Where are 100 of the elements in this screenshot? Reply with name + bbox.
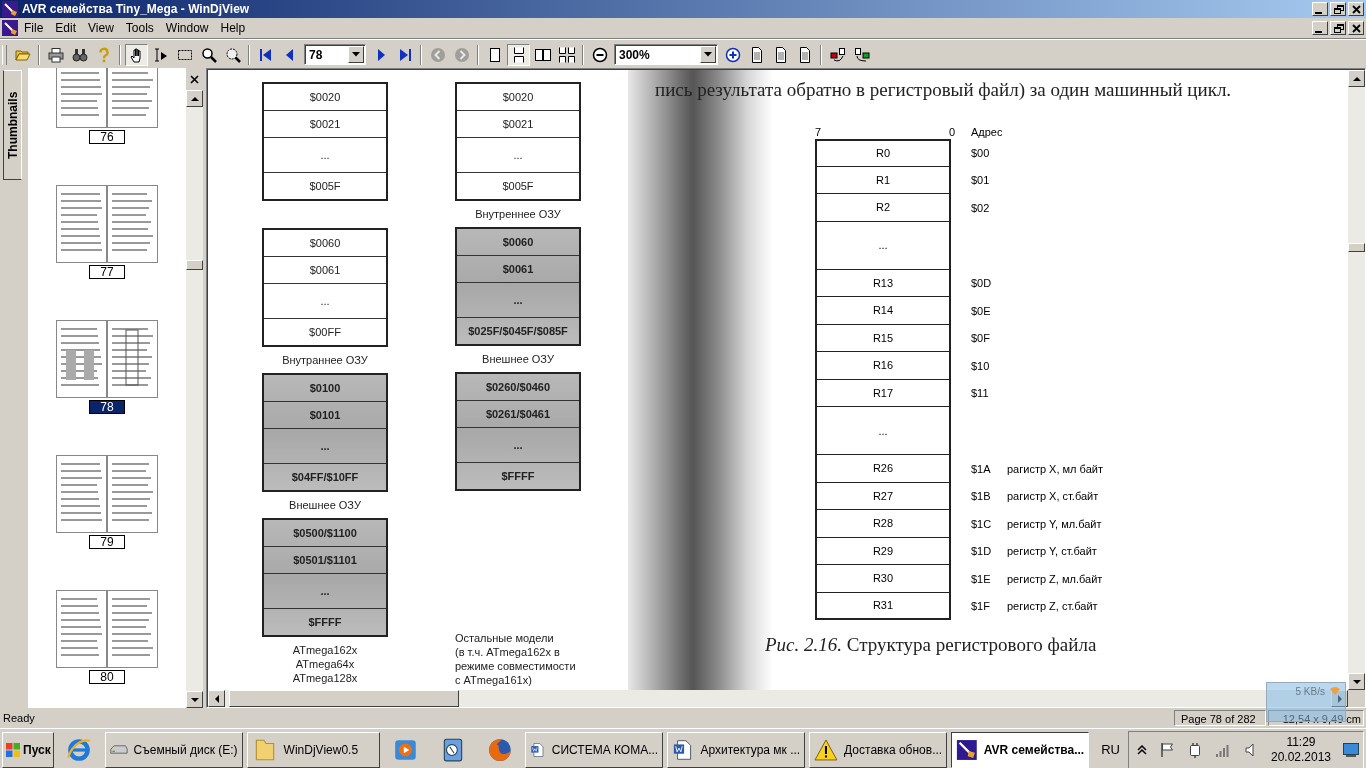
taskbar-button[interactable]: СИСТЕМА КОМА... (525, 731, 664, 768)
register-cell: R2 (815, 194, 951, 222)
flag-icon (1158, 741, 1175, 758)
scrollbar-thumb[interactable] (229, 690, 459, 707)
vertical-scrollbar[interactable] (1348, 70, 1365, 690)
register-note: рагистр X, ст.байт (1007, 490, 1099, 503)
memory-cell: $0021 (457, 110, 579, 137)
address-label: $0D (971, 277, 993, 290)
memory-cell-text: $0020 (501, 90, 535, 105)
taskbar-button[interactable]: Архитектура мк ... (667, 731, 806, 768)
first-page-icon (257, 46, 274, 63)
menu-item[interactable]: Edit (49, 19, 83, 37)
register-cell: R26 (815, 455, 951, 483)
printer-icon (47, 46, 64, 63)
minimize-button[interactable] (1312, 2, 1328, 16)
start-button[interactable]: Пуск (2, 731, 54, 768)
restore-button[interactable] (1330, 2, 1346, 16)
register-note: регистр Y, мл.байт (1007, 517, 1102, 530)
minimize-button[interactable] (1312, 21, 1328, 35)
page-number-label[interactable]: 79 (89, 535, 125, 549)
memory-cell: ... (264, 573, 386, 608)
figure-caption: Рис. 2.16. Структура регистрового файла (765, 634, 1098, 656)
diagram-caption: Внутреннее ОЗУ (475, 207, 561, 221)
address-label: $1A (971, 462, 992, 475)
close-icon (1350, 22, 1362, 34)
language-indicator[interactable]: RU (1097, 742, 1124, 757)
register-note: рагистр X, мл байт (1007, 462, 1103, 475)
memory-cell: ... (264, 428, 386, 463)
page-indicator: Page 78 of 282 (1174, 710, 1266, 726)
page-number-label[interactable]: 80 (89, 670, 125, 684)
address-label: $10 (971, 359, 991, 372)
minimize-icon (1315, 11, 1322, 14)
document-icon (2, 20, 18, 36)
scroll-arrow-icon (190, 94, 199, 103)
register-cell: R29 (815, 537, 951, 565)
address-label: $1C (971, 517, 993, 530)
memory-cell-text: $0060 (308, 236, 342, 251)
close-icon (190, 74, 199, 84)
taskbar-button[interactable]: AVR семейства... (951, 731, 1090, 768)
memory-cell: $005F (264, 172, 386, 199)
magnifier-icon (200, 46, 217, 63)
address-label: $00 (971, 146, 991, 159)
address-label: $1B (971, 490, 992, 503)
zoom-field[interactable]: 300% (614, 44, 718, 65)
minimize-icon (1315, 30, 1322, 33)
scrollbar-thumb[interactable] (1348, 243, 1365, 252)
diagram-caption: Внешнее ОЗУ (289, 498, 361, 512)
register-cell: R1 (815, 166, 951, 194)
dropdown-arrow-icon (352, 52, 360, 57)
taskbar-button[interactable]: Доставка обнов... (809, 731, 948, 768)
memory-cell-text: $0100 (308, 381, 342, 396)
restore-icon (1332, 22, 1344, 34)
memory-cell: $0061 (457, 255, 579, 282)
rotate-icon (829, 46, 846, 63)
memory-cell: $FFFF (457, 462, 579, 489)
text-cursor-icon (152, 46, 169, 63)
thumbnails-tab[interactable]: Thumbnails (3, 70, 22, 180)
restore-button[interactable] (1330, 21, 1346, 35)
menu-item[interactable]: View (82, 19, 120, 37)
facing-pages-icon (534, 46, 551, 63)
memory-cell: $0101 (264, 401, 386, 428)
taskbar-button[interactable]: WinDjView0.5 (246, 731, 381, 768)
menu-item[interactable]: Window (159, 19, 215, 37)
address-label: $0E (971, 304, 992, 317)
app-icon (2, 1, 18, 17)
chevron-icon (1136, 744, 1147, 755)
menu-item[interactable]: File (18, 19, 50, 37)
diagram-caption: Внешнее ОЗУ (482, 352, 554, 366)
page-number-label[interactable]: 76 (89, 130, 125, 144)
diagram-caption: ATmega64x (295, 657, 355, 671)
wifi-icon (1329, 686, 1341, 696)
windows-logo-icon (5, 741, 21, 758)
zoom-out-icon (591, 46, 608, 63)
memory-cell: $0061 (264, 256, 386, 283)
thumbnails-scrollbar[interactable] (186, 90, 203, 708)
continuous-button[interactable] (507, 43, 530, 66)
menu-item[interactable]: Tools (119, 19, 160, 37)
menu-item[interactable]: Help (214, 19, 252, 37)
address-label: $0F (971, 332, 991, 345)
page-number-label[interactable]: 77 (89, 265, 125, 279)
address-label: $01 (971, 174, 991, 187)
browser-e-icon (66, 736, 93, 763)
taskbar-button[interactable]: Съемный диск (E:) (104, 731, 243, 768)
hand-tool-button[interactable] (125, 43, 148, 66)
scroll-arrow-icon (1352, 74, 1361, 83)
register-cell: ... (815, 407, 951, 455)
memory-cell: ... (457, 282, 579, 317)
diagram-caption: ATmega128x (292, 671, 358, 685)
memory-cell: ... (457, 137, 579, 172)
close-button[interactable] (1348, 21, 1364, 35)
window-title: AVR семейства Tiny_Mega - WinDjView (22, 2, 250, 16)
address-label: $02 (971, 201, 991, 214)
address-label: $1F (971, 600, 991, 613)
close-button[interactable] (1348, 2, 1364, 16)
register-cell: R28 (815, 510, 951, 538)
scroll-arrow-icon (190, 695, 199, 704)
page-number-label[interactable]: 78 (89, 400, 125, 414)
scrollbar-thumb[interactable] (186, 260, 203, 270)
firefox-icon (486, 736, 513, 763)
page-number-field[interactable]: 78 (304, 44, 366, 65)
